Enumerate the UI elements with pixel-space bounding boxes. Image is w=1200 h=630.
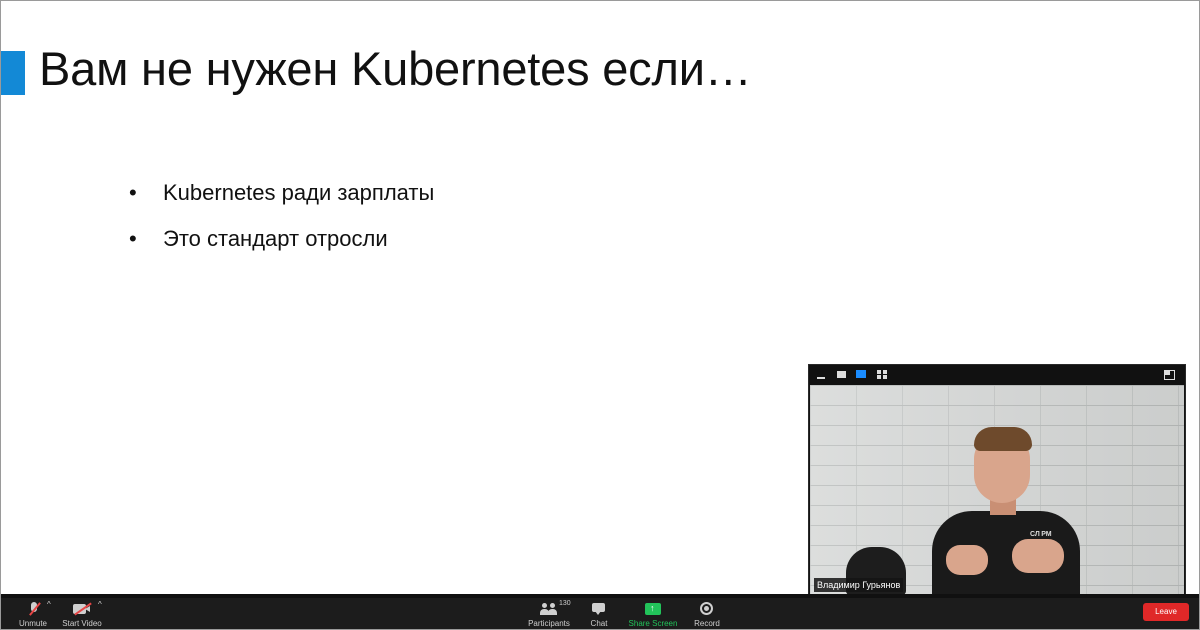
bullet-text: Kubernetes ради зарплаты [163,180,435,205]
slide-title: Вам не нужен Kubernetes если… [39,42,752,95]
gallery-view-icon[interactable] [877,370,888,380]
minimize-icon[interactable] [817,370,825,379]
title-accent-bar [1,51,25,95]
speaker-view-icon[interactable] [837,371,846,378]
exit-fullscreen-icon[interactable] [1164,370,1175,380]
speaker-hand-left [946,545,988,575]
bullet-item: • Kubernetes ради зарплаты [129,177,434,223]
unmute-button[interactable]: Unmute [17,602,49,628]
speaker-figure: СЛ РМ [926,427,1086,595]
bullet-text: Это стандарт отросли [163,226,388,251]
meeting-toolbar: Unmute ^ Start Video ^ 130 Participants … [1,594,1199,629]
share-screen-button[interactable]: ↑ Share Screen [628,602,678,628]
leave-button[interactable]: Leave [1143,603,1189,621]
chat-label: Chat [590,619,608,628]
chat-bubble-icon [592,602,606,616]
participants-count: 130 [559,600,571,607]
record-button[interactable]: Record [693,602,721,628]
audio-options-caret-icon[interactable]: ^ [47,600,51,609]
record-icon [700,602,714,616]
start-video-label: Start Video [62,619,102,628]
speaker-hand-right [1012,539,1064,573]
record-label: Record [694,619,720,628]
bullet-glyph: • [129,180,137,205]
video-off-icon [73,602,92,616]
start-video-button[interactable]: Start Video [61,602,103,628]
participants-button[interactable]: 130 Participants [525,600,573,628]
video-panel-toolbar [809,365,1185,385]
muted-mic-icon [27,602,41,616]
participants-icon [540,602,558,616]
speaker-hair [974,427,1032,451]
share-screen-label: Share Screen [628,619,678,628]
unmute-label: Unmute [18,619,47,628]
share-arrow: ↑ [650,603,655,613]
video-options-caret-icon[interactable]: ^ [98,600,102,609]
shirt-logo: СЛ РМ [1030,531,1052,538]
chat-button[interactable]: Chat [588,602,610,628]
bullet-glyph: • [129,226,137,251]
bullet-list: • Kubernetes ради зарплаты • Это стандар… [129,177,434,269]
video-panel[interactable]: СЛ РМ Владимир Гурьянов [808,364,1186,596]
participant-video: СЛ РМ Владимир Гурьянов [810,385,1184,595]
participant-name-label: Владимир Гурьянов [814,578,904,592]
active-view-icon[interactable] [856,370,866,378]
share-screen-icon: ↑ [645,602,661,616]
bullet-item: • Это стандарт отросли [129,223,434,269]
participants-label: Participants [528,619,570,628]
